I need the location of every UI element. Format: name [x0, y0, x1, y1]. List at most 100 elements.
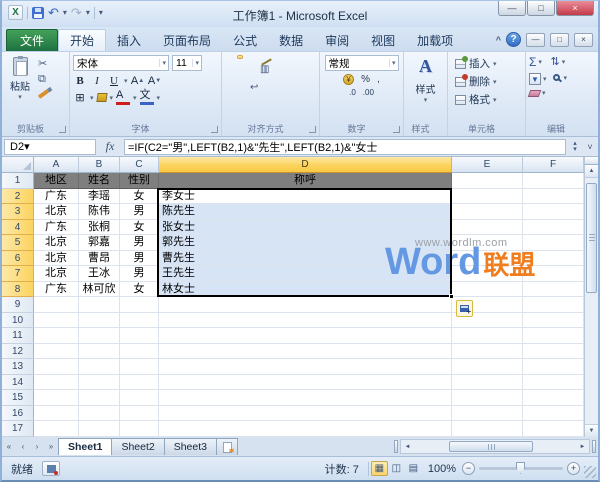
column-header-b[interactable]: B [79, 157, 120, 173]
copy-icon[interactable]: ⧉ [38, 73, 49, 85]
cell-f1[interactable] [523, 173, 584, 189]
formula-input[interactable]: =IF(C2="男",LEFT(B2,1)&"先生",LEFT(B2,1)&"女… [124, 139, 566, 155]
increase-indent-button[interactable] [237, 86, 243, 90]
cell[interactable] [159, 359, 452, 375]
orientation-button[interactable] [257, 55, 263, 59]
cell-a3[interactable]: 北京 [34, 204, 79, 220]
cell[interactable] [34, 297, 79, 313]
cut-icon[interactable]: ✂ [38, 58, 49, 70]
insert-cells-button[interactable]: 插入 ▾ [451, 56, 522, 71]
cell[interactable] [34, 406, 79, 422]
workbook-minimize-button[interactable]: — [526, 33, 545, 47]
cell[interactable] [523, 328, 584, 344]
borders-button[interactable]: ⊞ [73, 90, 87, 105]
cell-b2[interactable]: 李瑶 [79, 189, 120, 205]
tab-addins[interactable]: 加载项 [406, 29, 464, 51]
row-header-16[interactable]: 16 [2, 406, 34, 422]
column-header-e[interactable]: E [452, 157, 523, 173]
cell-e8[interactable] [452, 282, 523, 298]
column-header-a[interactable]: A [34, 157, 79, 173]
workbook-restore-button[interactable]: □ [550, 33, 569, 47]
select-all-button[interactable] [2, 157, 34, 173]
cell[interactable] [452, 328, 523, 344]
row-header-2[interactable]: 2 [2, 189, 34, 205]
row-header-3[interactable]: 3 [2, 204, 34, 220]
cell[interactable] [79, 375, 120, 391]
cell-c6[interactable]: 男 [120, 251, 159, 267]
row-header-13[interactable]: 13 [2, 359, 34, 375]
row-header-11[interactable]: 11 [2, 328, 34, 344]
cell[interactable] [523, 421, 584, 437]
decrease-indent-button[interactable] [227, 86, 233, 90]
tab-home[interactable]: 开始 [58, 29, 106, 51]
styles-dropdown-icon[interactable]: ▾ [424, 96, 428, 104]
cell[interactable] [159, 406, 452, 422]
cell-b1[interactable]: 姓名 [79, 173, 120, 189]
font-color-button[interactable]: A [116, 90, 130, 105]
cell[interactable] [523, 375, 584, 391]
tab-split-handle[interactable] [394, 440, 398, 453]
cell[interactable] [523, 406, 584, 422]
first-sheet-icon[interactable]: « [2, 440, 16, 454]
align-middle-button[interactable] [237, 55, 243, 59]
cell-f4[interactable] [523, 220, 584, 236]
cell[interactable] [159, 375, 452, 391]
row-header-5[interactable]: 5 [2, 235, 34, 251]
collapse-ribbon-icon[interactable]: ^ [496, 35, 501, 45]
minimize-button[interactable]: — [498, 1, 526, 16]
autosum-button[interactable]: Σ ▾ [529, 55, 547, 69]
vertical-scrollbar[interactable]: ▲ ▼ [584, 157, 598, 437]
format-painter-icon[interactable] [38, 89, 49, 99]
workbook-close-button[interactable]: × [574, 33, 593, 47]
format-cells-button[interactable]: 格式 ▾ [451, 92, 522, 107]
expand-formula-bar-icon[interactable]: ˅ [584, 142, 596, 152]
cell[interactable] [120, 375, 159, 391]
cell[interactable] [79, 390, 120, 406]
currency-format-icon[interactable]: ¥ [343, 74, 354, 85]
number-dialog-launcher-icon[interactable] [393, 126, 400, 133]
italic-button[interactable]: I [90, 73, 104, 88]
horizontal-scrollbar-thumb[interactable] [449, 441, 533, 452]
cell-b7[interactable]: 王冰 [79, 266, 120, 282]
restore-button[interactable]: □ [527, 1, 555, 16]
cell[interactable] [159, 313, 452, 329]
cell[interactable] [452, 344, 523, 360]
view-normal-button[interactable]: ▦ [371, 461, 388, 476]
next-sheet-icon[interactable]: › [30, 440, 44, 454]
cell[interactable] [79, 406, 120, 422]
tab-page-layout[interactable]: 页面布局 [152, 29, 222, 51]
cell-c2[interactable]: 女 [120, 189, 159, 205]
cell-b5[interactable]: 郭嘉 [79, 235, 120, 251]
cell[interactable] [34, 421, 79, 437]
cell-e2[interactable] [452, 189, 523, 205]
cell-a4[interactable]: 广东 [34, 220, 79, 236]
tab-insert[interactable]: 插入 [106, 29, 152, 51]
cell[interactable] [523, 297, 584, 313]
name-box-dropdown-icon[interactable]: ▾ [24, 140, 30, 153]
phonetic-guide-button[interactable]: 文 [140, 90, 154, 105]
vertical-scrollbar-thumb[interactable] [586, 183, 597, 293]
grow-font-button[interactable]: A▲ [131, 73, 145, 88]
cell-e4[interactable] [452, 220, 523, 236]
tab-file[interactable]: 文件 [6, 29, 58, 51]
cell-styles-icon[interactable]: A [419, 55, 432, 77]
styles-button-label[interactable]: 样式 [416, 81, 436, 96]
auto-fill-options-button[interactable]: + [456, 300, 473, 317]
row-header-4[interactable]: 4 [2, 220, 34, 236]
cell-b3[interactable]: 陈伟 [79, 204, 120, 220]
shrink-font-button[interactable]: A▼ [148, 73, 162, 88]
font-dialog-launcher-icon[interactable] [211, 126, 218, 133]
cell-e1[interactable] [452, 173, 523, 189]
scrollbar-split-handle[interactable] [592, 440, 596, 453]
align-top-button[interactable] [227, 55, 233, 59]
clear-button[interactable]: ▾ [529, 89, 547, 97]
row-header-10[interactable]: 10 [2, 313, 34, 329]
cell[interactable] [159, 390, 452, 406]
cell[interactable] [120, 359, 159, 375]
row-header-7[interactable]: 7 [2, 266, 34, 282]
cell[interactable] [452, 375, 523, 391]
underline-button[interactable]: U [107, 73, 121, 88]
close-button[interactable]: × [556, 1, 594, 16]
borders-dropdown-icon[interactable]: ▾ [90, 94, 94, 102]
tab-formulas[interactable]: 公式 [222, 29, 268, 51]
